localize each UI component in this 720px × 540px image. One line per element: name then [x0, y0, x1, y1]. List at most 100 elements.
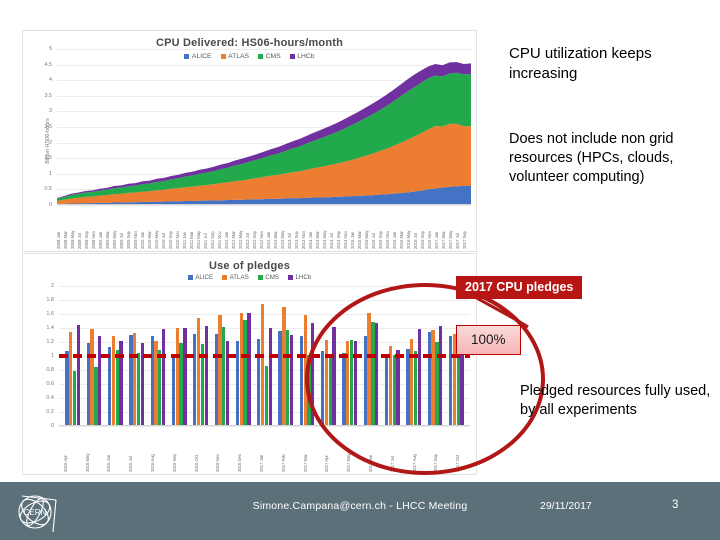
y-tick-label: 4.5 — [44, 61, 52, 68]
use-of-pledges-x-axis — [59, 425, 470, 426]
bar-atlas — [239, 312, 243, 426]
use-of-pledges-y-ticks: 0 0.2 0.4 0.6 0.8 1 1.2 1.4 1.6 1.8 2 — [26, 283, 56, 429]
footer-author-text: Simone.Campana@cern.ch - LHCC Meeting — [252, 500, 468, 512]
bar-alice — [65, 351, 69, 426]
x-tick-label: 2016 Mar — [399, 231, 405, 249]
x-tick-label: 2017 Jun — [367, 454, 373, 472]
bar-alice — [150, 336, 154, 426]
bar-cms — [72, 370, 77, 426]
x-tick-label: 2012 Mar — [230, 231, 236, 249]
bar-atlas — [388, 345, 393, 426]
bar-alice — [193, 334, 197, 426]
use-of-pledges-x-tick-labels: 2016 Apr 2016 May 2016 Jun 2016 Jul 2016 Aug… — [57, 428, 471, 472]
cpu-delivered-plot-area: 0 0.5 1 1.5 2 2.5 3 3.5 4 4.5 5 — [44, 46, 471, 208]
legend-label: ATLAS — [229, 274, 249, 281]
legend-label: ALICE — [195, 274, 214, 281]
gridline — [59, 426, 470, 427]
bar-cms — [222, 327, 226, 426]
bar-alice — [406, 349, 410, 426]
bar-alice — [129, 335, 133, 426]
x-tick-label: 2017 Jul — [455, 233, 461, 249]
x-tick-label: 2016 Oct — [193, 454, 199, 472]
x-tick-label: 2014 Mar — [315, 231, 321, 249]
x-tick-label: 2017 Sep — [433, 454, 439, 472]
use-of-pledges-chart-title: Use of pledges — [208, 260, 291, 272]
cern-logo-icon: CERN — [18, 495, 57, 533]
y-tick-label: 1.4 — [46, 325, 54, 331]
bar-atlas — [218, 315, 222, 426]
bar-cms — [413, 351, 418, 426]
bar-atlas — [69, 332, 73, 426]
x-tick-label: 2015 Jul — [371, 233, 377, 249]
bar-cms — [286, 330, 290, 426]
bar-alice — [299, 335, 304, 426]
y-tick-label: 1 — [48, 170, 52, 177]
y-tick-label: 0.8 — [46, 367, 54, 373]
y-tick-label: 0.5 — [44, 186, 52, 193]
x-tick-label: 2015 May — [364, 230, 370, 249]
headline-text: CPU utilization keeps increasing — [509, 45, 652, 82]
cpu-delivered-stacked-areas — [57, 62, 471, 205]
bar-lhcb — [332, 326, 336, 426]
x-tick-label: 2011 Jan — [181, 232, 187, 249]
x-tick-label: 2014 Nov — [343, 231, 349, 249]
bar-cms — [264, 365, 269, 426]
x-tick-label: 2017 Feb — [280, 454, 286, 472]
bar-alice — [342, 352, 346, 426]
y-tick-label: 1.5 — [44, 155, 52, 162]
legend-label: LHCb — [295, 274, 312, 281]
y-tick-label: 3.5 — [44, 92, 52, 99]
x-tick-label: 2013 Jan — [266, 231, 272, 249]
x-tick-label: 2013 Nov — [301, 231, 307, 249]
x-tick-label: 2014 Jul — [329, 233, 335, 249]
x-tick-label: 2016 Sep — [420, 231, 426, 249]
x-tick-label: 2016 Nov — [215, 454, 221, 472]
x-tick-label: 2008 Nov — [90, 231, 96, 249]
bar-cms — [371, 322, 375, 426]
use-of-pledges-legend: ALICE ATLAS CMS LHCb — [23, 274, 476, 281]
x-tick-label: 2017 Mar — [441, 231, 447, 249]
bar-lhcb — [268, 328, 272, 426]
bar-cms — [94, 366, 98, 426]
y-tick-label: 2.5 — [44, 124, 52, 130]
x-tick-label: 2010 Jan — [139, 231, 145, 249]
x-tick-label: 2017 Jan — [259, 454, 264, 472]
y-tick-label: 0.2 — [46, 409, 54, 415]
bar-cms — [349, 339, 354, 426]
x-tick-label: 2013 Jul — [287, 233, 293, 249]
x-tick-label: 2012 Nov — [259, 231, 264, 249]
bar-atlas — [282, 307, 286, 426]
bar-alice — [427, 332, 431, 426]
legend-swatch-icon — [287, 275, 293, 280]
cpu-delivered-chart-title: CPU Delivered: HS06-hours/month — [155, 37, 344, 49]
bar-alice — [214, 333, 218, 426]
bar-cms — [307, 354, 311, 426]
x-tick-label: 2017 Aug — [411, 454, 417, 472]
x-tick-label: 2008 Sep — [83, 231, 89, 249]
x-tick-label: 2015 Sep — [378, 231, 384, 249]
bar-cms — [243, 320, 247, 426]
bar-atlas — [175, 328, 179, 426]
bar-atlas — [431, 330, 435, 426]
footer-date-text: 29/11/2017 — [540, 500, 592, 512]
use-of-pledges-plot-area: 0 0.2 0.4 0.6 0.8 1 1.2 1.4 1.6 1.8 2 — [46, 283, 470, 429]
x-tick-label: 2016 Sep — [171, 454, 177, 472]
x-tick-label: 2010 Sep — [167, 231, 173, 249]
bar-atlas — [133, 332, 137, 426]
bar-cms — [115, 350, 119, 426]
x-tick-label: 2015 Jan — [350, 231, 356, 249]
slide-canvas: CPU Delivered: HS06-hours/month Billion … — [0, 0, 720, 540]
x-tick-label: 2017 Mar — [302, 454, 308, 472]
x-tick-label: 2009 Jan — [97, 231, 103, 249]
bar-alice — [385, 355, 389, 426]
x-tick-label: 2011 Sep — [209, 231, 215, 249]
bar-atlas — [90, 329, 94, 426]
cpu-delivered-x-tick-labels: 2008 Jan 2008 Mar 2008 May 2008 Jul 2008 Sep… — [56, 205, 471, 249]
bar-lhcb — [247, 313, 251, 426]
bar-atlas — [303, 315, 307, 426]
x-tick-label: 2017 Oct — [455, 454, 461, 472]
bar-lhcb — [76, 325, 80, 426]
y-tick-label: 0.6 — [46, 381, 54, 387]
x-tick-label: 2016 Nov — [427, 231, 433, 249]
y-tick-label: 1 — [50, 353, 54, 359]
